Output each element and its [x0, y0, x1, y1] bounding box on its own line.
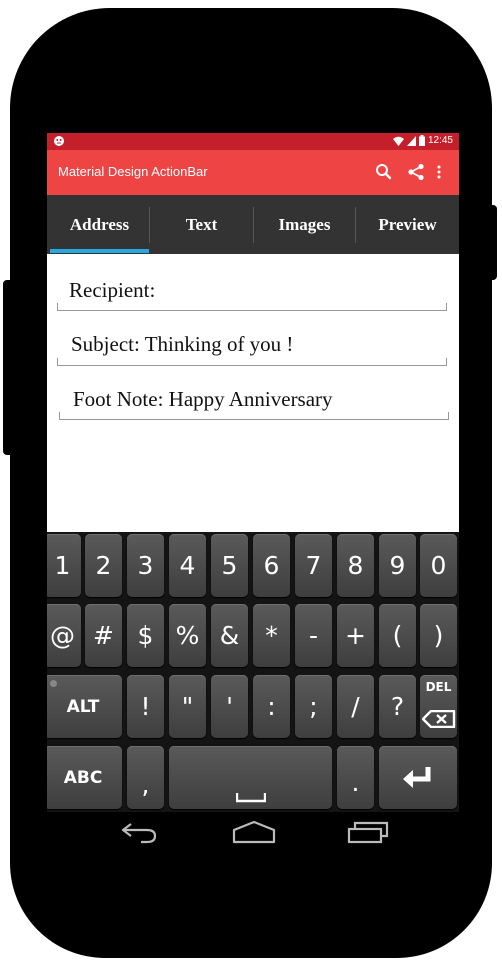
field-underline [57, 358, 447, 366]
key-at[interactable]: @ [47, 604, 81, 667]
alt-indicator-icon [50, 680, 57, 687]
key-semicolon[interactable]: ; [295, 675, 332, 738]
key-asterisk[interactable]: * [253, 604, 290, 667]
enter-key[interactable] [379, 746, 457, 809]
key-0[interactable]: 0 [420, 534, 457, 597]
key-comma[interactable]: , [127, 746, 164, 809]
key-6[interactable]: 6 [253, 534, 290, 597]
battery-icon [418, 135, 425, 146]
abc-key[interactable]: ABC [47, 746, 122, 809]
status-bar: 12:45 [47, 133, 459, 150]
power-button [485, 205, 497, 280]
space-bar-icon [235, 793, 266, 803]
alt-label: ALT [66, 696, 100, 717]
volume-button [3, 280, 17, 455]
recipient-field[interactable]: Recipient: [57, 276, 447, 311]
selected-tab-indicator [50, 249, 149, 253]
delete-key[interactable]: DEL [420, 675, 457, 738]
key-colon[interactable]: : [253, 675, 290, 738]
key-plus[interactable]: + [337, 604, 374, 667]
tab-bar: Address Text Images Preview [47, 195, 459, 254]
subject-field[interactable]: Subject: Thinking of you ! [57, 331, 447, 366]
back-icon[interactable] [119, 820, 159, 844]
share-icon[interactable] [406, 162, 426, 182]
space-key[interactable] [169, 746, 332, 809]
tab-preview[interactable]: Preview [356, 195, 459, 254]
subject-text: Subject: Thinking of you ! [71, 332, 294, 356]
key-7[interactable]: 7 [295, 534, 332, 597]
key-slash[interactable]: / [337, 675, 374, 738]
key-minus[interactable]: - [295, 604, 332, 667]
key-2[interactable]: 2 [85, 534, 122, 597]
footnote-field[interactable]: Foot Note: Happy Anniversary [59, 385, 449, 420]
tab-address[interactable]: Address [50, 195, 149, 254]
soft-keyboard: 1 2 3 4 5 6 7 8 9 0 @ # $ % & * - + ( ) … [47, 532, 459, 812]
backspace-icon [421, 710, 455, 728]
recents-icon[interactable] [347, 820, 389, 844]
key-ampersand[interactable]: & [211, 604, 248, 667]
key-exclamation[interactable]: ! [127, 675, 164, 738]
home-icon[interactable] [232, 820, 276, 844]
app-title: Material Design ActionBar [58, 164, 208, 179]
key-9[interactable]: 9 [379, 534, 416, 597]
key-question[interactable]: ? [379, 675, 416, 738]
delete-label: DEL [425, 680, 452, 694]
key-period[interactable]: . [337, 746, 374, 809]
signal-icon [406, 135, 416, 146]
android-icon [54, 136, 64, 146]
key-right-paren[interactable]: ) [420, 604, 457, 667]
tab-text[interactable]: Text [150, 195, 253, 254]
wifi-icon [392, 136, 404, 146]
key-percent[interactable]: % [169, 604, 206, 667]
key-left-paren[interactable]: ( [379, 604, 416, 667]
key-3[interactable]: 3 [127, 534, 164, 597]
key-hash[interactable]: # [85, 604, 122, 667]
field-underline [57, 303, 447, 311]
status-time: 12:45 [427, 135, 453, 146]
enter-icon [403, 766, 431, 788]
key-double-quote[interactable]: " [169, 675, 206, 738]
key-8[interactable]: 8 [337, 534, 374, 597]
action-bar: Material Design ActionBar [47, 150, 459, 195]
key-1[interactable]: 1 [47, 534, 81, 597]
field-underline [59, 412, 449, 420]
search-icon[interactable] [374, 162, 394, 182]
screen: 12:45 Material Design ActionBar Address … [47, 133, 459, 853]
key-4[interactable]: 4 [169, 534, 206, 597]
key-5[interactable]: 5 [211, 534, 248, 597]
overflow-menu-icon[interactable] [433, 162, 445, 182]
footnote-text: Foot Note: Happy Anniversary [73, 387, 333, 411]
recipient-text: Recipient: [69, 278, 156, 302]
key-apostrophe[interactable]: ' [211, 675, 248, 738]
tab-images[interactable]: Images [254, 195, 355, 254]
alt-key[interactable]: ALT [47, 675, 122, 738]
key-dollar[interactable]: $ [127, 604, 164, 667]
address-form: Recipient: Subject: Thinking of you ! Fo… [47, 254, 459, 532]
navigation-bar [47, 812, 459, 853]
